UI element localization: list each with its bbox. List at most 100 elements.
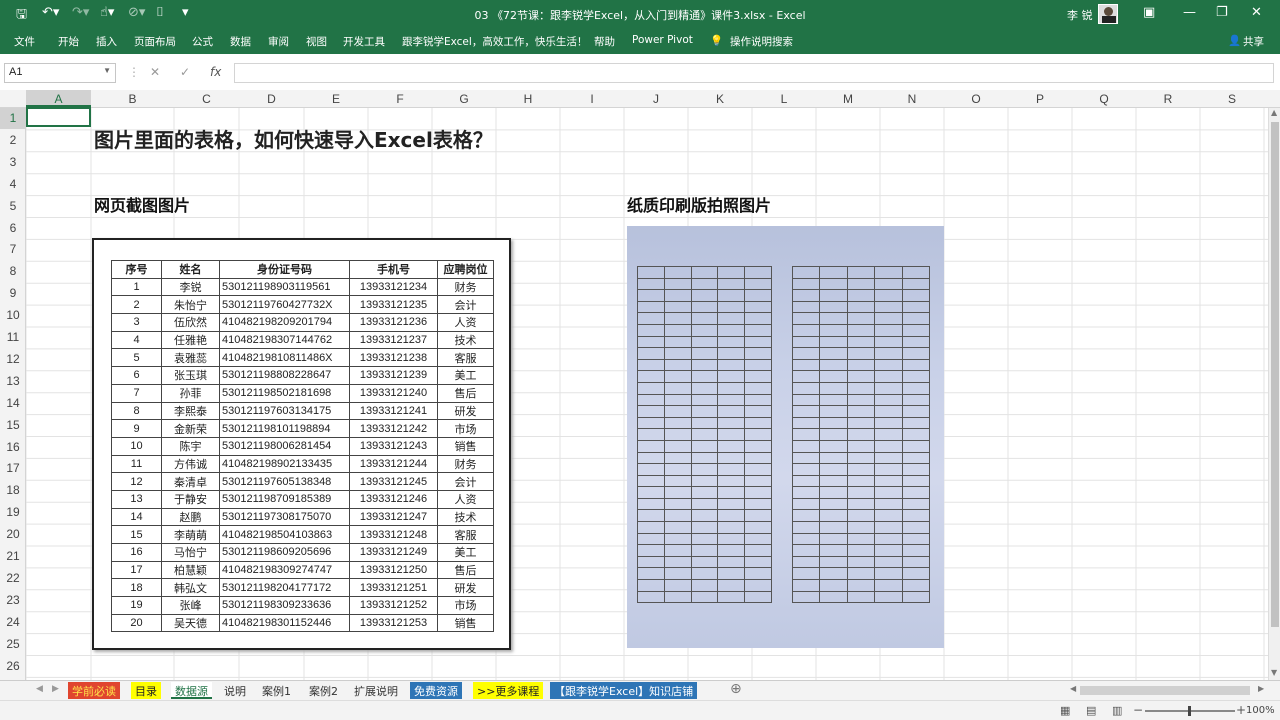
row-header-26[interactable]: 26 xyxy=(0,659,26,673)
cancel-icon[interactable]: ✕ xyxy=(150,65,160,79)
row-header-22[interactable]: 22 xyxy=(0,571,26,585)
row-header-20[interactable]: 20 xyxy=(0,527,26,541)
sheet-tab[interactable]: 案例1 xyxy=(258,682,295,699)
tab-developer[interactable]: 开发工具 xyxy=(343,34,385,49)
active-cell[interactable] xyxy=(26,107,91,127)
sheet-tab[interactable]: 数据源 xyxy=(171,682,212,699)
row-header-11[interactable]: 11 xyxy=(0,330,26,344)
horizontal-scrollbar[interactable] xyxy=(1080,686,1250,695)
column-header-l[interactable]: L xyxy=(752,92,816,106)
page-layout-view-icon[interactable]: ▤ xyxy=(1086,704,1096,717)
share-icon[interactable]: 👤 xyxy=(1228,34,1241,47)
avatar[interactable] xyxy=(1098,4,1118,24)
row-header-17[interactable]: 17 xyxy=(0,461,26,475)
column-header-n[interactable]: N xyxy=(880,92,944,106)
row-header-6[interactable]: 6 xyxy=(0,221,26,235)
minimize-icon[interactable]: — xyxy=(1183,5,1196,20)
column-header-m[interactable]: M xyxy=(816,92,880,106)
scroll-thumb[interactable] xyxy=(1271,122,1279,627)
tab-power-pivot[interactable]: Power Pivot xyxy=(632,34,693,46)
column-header-q[interactable]: Q xyxy=(1072,92,1136,106)
row-header-14[interactable]: 14 xyxy=(0,396,26,410)
column-header-k[interactable]: K xyxy=(688,92,752,106)
sheet-tab[interactable]: 说明 xyxy=(220,682,250,699)
ribbon-display-options-icon[interactable]: ▣ xyxy=(1143,5,1155,20)
sheet-tab[interactable]: 免费资源 xyxy=(410,682,462,699)
row-header-16[interactable]: 16 xyxy=(0,440,26,454)
row-header-10[interactable]: 10 xyxy=(0,308,26,322)
scroll-down-icon[interactable]: ▼ xyxy=(1271,668,1277,677)
row-header-15[interactable]: 15 xyxy=(0,418,26,432)
column-header-h[interactable]: H xyxy=(496,92,560,106)
column-header-j[interactable]: J xyxy=(624,92,688,106)
column-header-e[interactable]: E xyxy=(304,92,368,106)
tab-file[interactable]: 文件 xyxy=(14,34,35,49)
row-header-5[interactable]: 5 xyxy=(0,199,26,213)
zoom-in-icon[interactable]: + xyxy=(1236,703,1246,717)
row-header-19[interactable]: 19 xyxy=(0,505,26,519)
share-button[interactable]: 共享 xyxy=(1243,34,1264,49)
row-header-12[interactable]: 12 xyxy=(0,352,26,366)
restore-icon[interactable]: ❐ xyxy=(1216,5,1228,20)
row-header-4[interactable]: 4 xyxy=(0,177,26,191)
tell-me-search[interactable]: 操作说明搜索 xyxy=(730,34,793,49)
tab-custom-liru[interactable]: 跟李锐学Excel，高效工作，快乐生活！ xyxy=(402,34,587,49)
row-header-8[interactable]: 8 xyxy=(0,264,26,278)
sheet-tab[interactable]: 学前必读 xyxy=(68,682,120,699)
column-header-f[interactable]: F xyxy=(368,92,432,106)
sheet-tab[interactable]: >>更多课程 xyxy=(473,682,544,699)
row-header-9[interactable]: 9 xyxy=(0,286,26,300)
tab-home[interactable]: 开始 xyxy=(58,34,79,49)
scroll-up-icon[interactable]: ▲ xyxy=(1271,108,1277,117)
zoom-out-icon[interactable]: − xyxy=(1133,703,1143,717)
tab-help[interactable]: 帮助 xyxy=(594,34,615,49)
web-screenshot-picture[interactable]: 序号 姓名 身份证号码 手机号 应聘岗位 1 李锐 530121198903119561 13… xyxy=(92,238,511,650)
sheet-tab[interactable]: 案例2 xyxy=(305,682,342,699)
row-header-24[interactable]: 24 xyxy=(0,615,26,629)
sheet-tab[interactable]: 目录 xyxy=(131,682,161,699)
row-header-13[interactable]: 13 xyxy=(0,374,26,388)
prev-sheet-icon[interactable]: ◀ xyxy=(36,684,43,694)
row-header-25[interactable]: 25 xyxy=(0,637,26,651)
zoom-slider-thumb[interactable] xyxy=(1188,706,1191,716)
close-icon[interactable]: ✕ xyxy=(1251,5,1262,20)
vertical-scrollbar[interactable]: ▲ ▼ xyxy=(1268,108,1280,680)
normal-view-icon[interactable]: ▦ xyxy=(1060,704,1070,717)
user-name[interactable]: 李 锐 xyxy=(1067,7,1093,23)
row-header-21[interactable]: 21 xyxy=(0,549,26,563)
column-header-a[interactable]: A xyxy=(26,90,91,107)
row-header-23[interactable]: 23 xyxy=(0,593,26,607)
hscroll-right-icon[interactable]: ▶ xyxy=(1258,684,1264,693)
row-header-18[interactable]: 18 xyxy=(0,483,26,497)
row-header-2[interactable]: 2 xyxy=(0,133,26,147)
column-header-g[interactable]: G xyxy=(432,92,496,106)
tab-view[interactable]: 视图 xyxy=(306,34,327,49)
tab-review[interactable]: 审阅 xyxy=(268,34,289,49)
formula-input[interactable] xyxy=(234,63,1274,83)
sheet-tab[interactable]: 【跟李锐学Excel】知识店铺 xyxy=(550,682,698,699)
column-header-c[interactable]: C xyxy=(174,92,239,106)
tab-data[interactable]: 数据 xyxy=(230,34,251,49)
row-header-1[interactable]: 1 xyxy=(0,108,26,129)
tab-formulas[interactable]: 公式 xyxy=(192,34,213,49)
row-header-3[interactable]: 3 xyxy=(0,155,26,169)
page-break-view-icon[interactable]: ▥ xyxy=(1112,704,1122,717)
sheet-tab[interactable]: 扩展说明 xyxy=(350,682,402,699)
chevron-down-icon[interactable]: ▼ xyxy=(103,66,111,75)
add-sheet-icon[interactable]: ⊕ xyxy=(730,681,742,697)
column-header-b[interactable]: B xyxy=(91,92,174,106)
name-box[interactable]: A1 ▼ xyxy=(4,63,116,83)
row-header-7[interactable]: 7 xyxy=(0,242,26,256)
column-header-s[interactable]: S xyxy=(1200,92,1264,106)
enter-icon[interactable]: ✓ xyxy=(180,65,190,79)
zoom-level[interactable]: 100% xyxy=(1246,705,1275,716)
tab-insert[interactable]: 插入 xyxy=(96,34,117,49)
column-header-o[interactable]: O xyxy=(944,92,1008,106)
tab-page-layout[interactable]: 页面布局 xyxy=(134,34,176,49)
column-header-i[interactable]: I xyxy=(560,92,624,106)
column-header-d[interactable]: D xyxy=(239,92,304,106)
hscroll-left-icon[interactable]: ◀ xyxy=(1070,684,1076,693)
column-header-p[interactable]: P xyxy=(1008,92,1072,106)
next-sheet-icon[interactable]: ▶ xyxy=(52,684,59,694)
column-header-r[interactable]: R xyxy=(1136,92,1200,106)
